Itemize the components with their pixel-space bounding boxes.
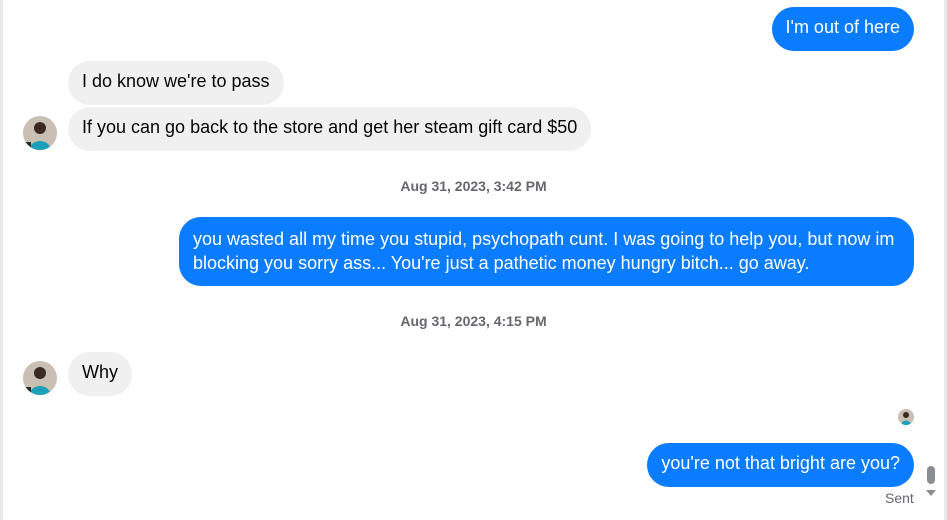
timestamp-divider: Aug 31, 2023, 3:42 PM <box>400 178 547 194</box>
contact-avatar-icon[interactable] <box>23 116 57 150</box>
timestamp-divider: Aug 31, 2023, 4:15 PM <box>400 313 547 329</box>
outgoing-message-bubble[interactable]: I'm out of here <box>771 7 914 51</box>
left-panel-edge <box>0 0 3 520</box>
incoming-message-bubble[interactable]: I do know we're to pass <box>68 61 284 105</box>
read-receipt-avatar-icon <box>898 409 914 425</box>
scroll-down-arrow-icon[interactable] <box>926 490 936 496</box>
outgoing-message-bubble[interactable]: you're not that bright are you? <box>647 443 914 487</box>
scrollbar-thumb[interactable] <box>927 466 935 484</box>
incoming-message-bubble[interactable]: If you can go back to the store and get … <box>68 107 592 151</box>
contact-avatar-icon[interactable] <box>23 361 57 395</box>
outgoing-message-bubble[interactable]: you wasted all my time you stupid, psych… <box>179 217 914 286</box>
message-status: Sent <box>885 490 914 506</box>
incoming-message-bubble[interactable]: Why <box>68 352 132 396</box>
